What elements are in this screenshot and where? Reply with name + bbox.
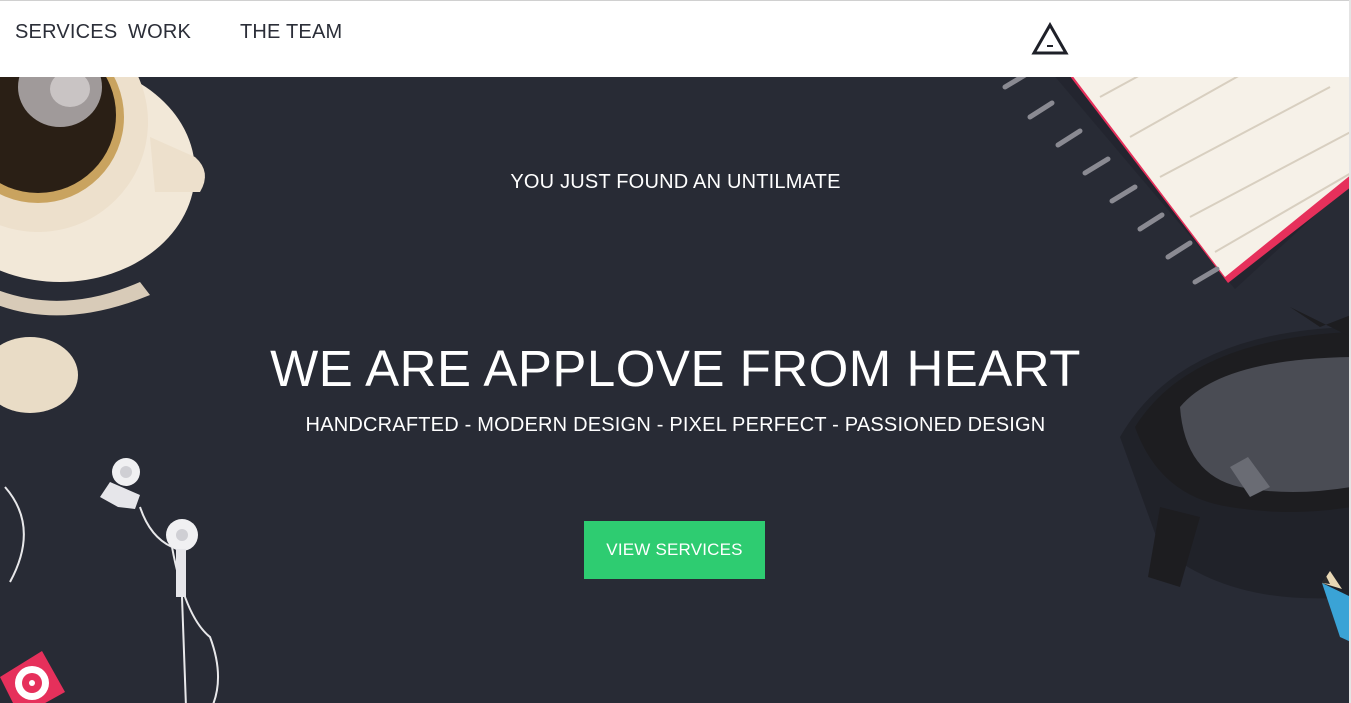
nav-link-the-team[interactable]: THE TEAM <box>240 21 342 44</box>
nav-link-services[interactable]: SERVICES <box>15 21 117 44</box>
hero-subheading: HANDCRAFTED - MODERN DESIGN - PIXEL PERF… <box>305 414 1046 436</box>
hero-tagline: YOU JUST FOUND AN UNTILMATE <box>510 171 841 193</box>
top-navbar: SERVICES WORK THE TEAM <box>0 0 1351 77</box>
nav-link-work[interactable]: WORK <box>128 21 191 44</box>
music-player-icon <box>0 651 65 703</box>
coffee-cup-icon <box>0 77 205 316</box>
view-services-button[interactable]: VIEW SERVICES <box>584 521 765 579</box>
hero-section: YOU JUST FOUND AN UNTILMATE WE ARE APPLO… <box>0 77 1351 703</box>
hero-headline: WE ARE APPLOVE FROM HEART <box>270 340 1081 397</box>
triangle-logo-icon[interactable] <box>1031 22 1069 56</box>
